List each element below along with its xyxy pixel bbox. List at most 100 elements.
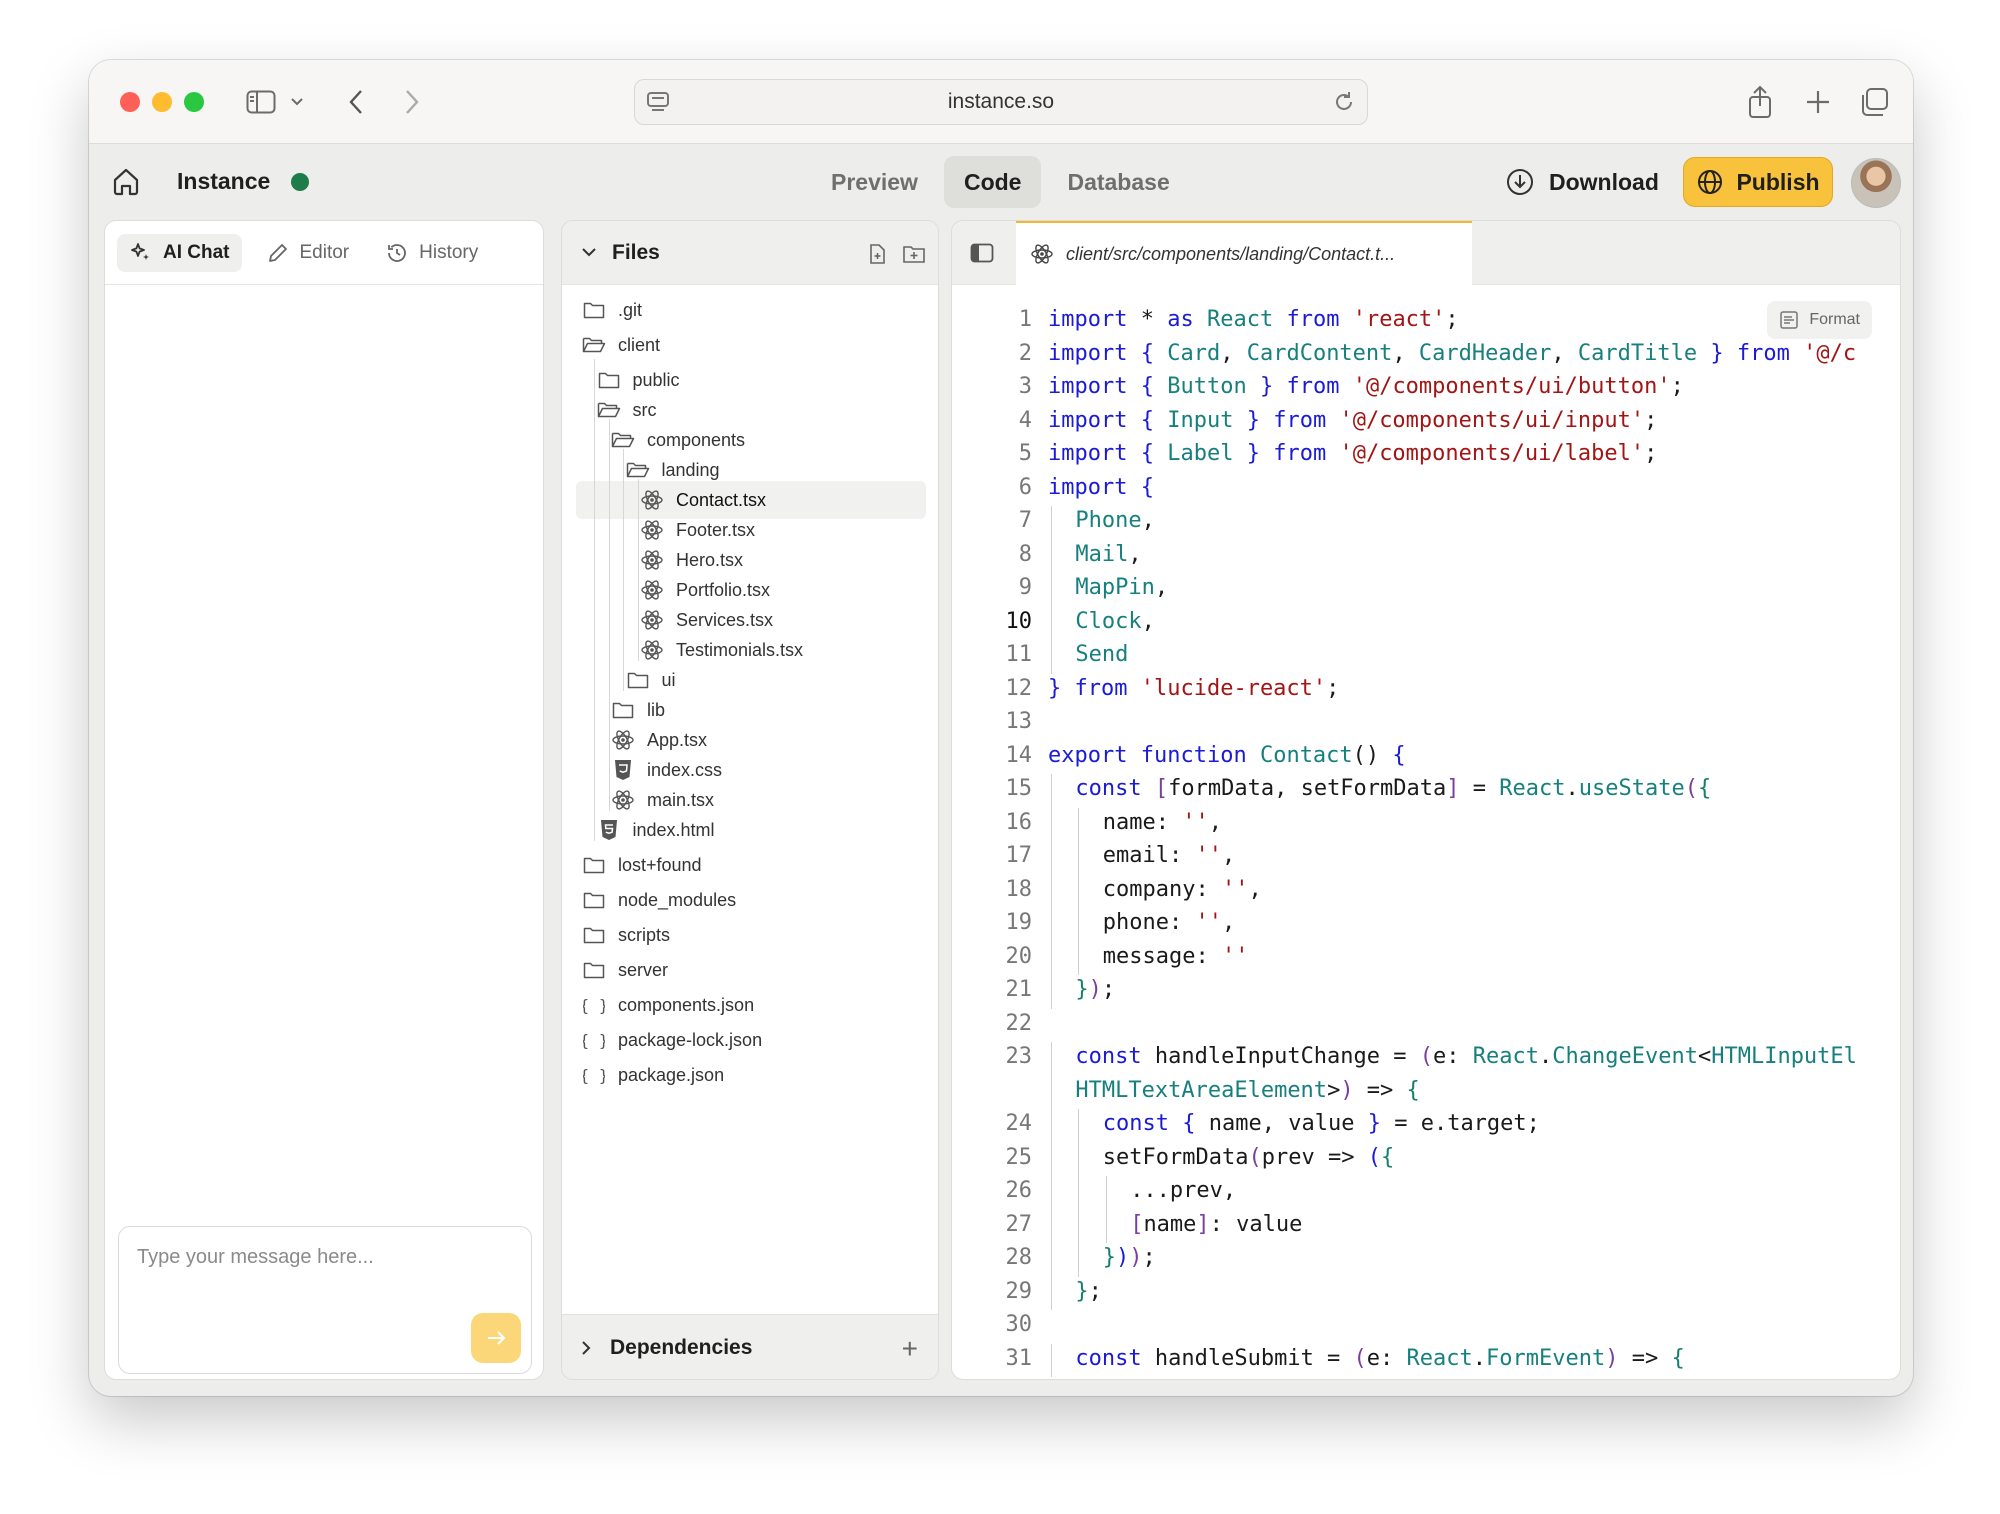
zoom-window-button[interactable]	[184, 92, 204, 112]
publish-button[interactable]: Publish	[1683, 157, 1833, 207]
indent-guide	[1051, 1109, 1052, 1143]
sparkles-icon	[131, 242, 149, 260]
new-tab-icon[interactable]	[1801, 82, 1835, 122]
folder-icon	[582, 960, 606, 980]
back-icon[interactable]	[341, 82, 371, 122]
indent-guide	[1051, 640, 1052, 674]
forward-icon[interactable]	[397, 82, 427, 122]
page-info-icon[interactable]	[645, 89, 671, 121]
code-line: MapPin,	[1075, 575, 1168, 600]
publish-label: Publish	[1736, 168, 1820, 195]
code-token: ,	[1141, 608, 1155, 634]
code-token: {	[1392, 742, 1406, 768]
tab-database[interactable]: Database	[1047, 156, 1189, 208]
line-number: 31	[1005, 1345, 1033, 1371]
chevron-down-icon[interactable]	[580, 247, 598, 259]
share-icon[interactable]	[1743, 82, 1777, 122]
file-item[interactable]: { } components.json	[582, 986, 754, 1024]
line-number: 29	[1005, 1278, 1033, 1304]
message-input[interactable]	[137, 1241, 507, 1273]
send-button[interactable]	[471, 1313, 521, 1363]
tree-item-label: lost+found	[618, 854, 702, 875]
file-item[interactable]: index.html	[597, 811, 715, 849]
tree-item-label: package-lock.json	[618, 1029, 763, 1050]
code-token: }	[1367, 1111, 1381, 1136]
code-token: CardContent	[1246, 340, 1393, 366]
code-token: '@/c	[1803, 340, 1857, 366]
tab-code[interactable]: Code	[943, 156, 1042, 208]
new-file-icon[interactable]	[866, 243, 888, 265]
code-token: ChangeEvent	[1552, 1044, 1698, 1069]
editor-panel: client/src/components/landing/Contact.t.…	[951, 220, 1901, 1380]
tree-item-label: index.html	[632, 819, 715, 840]
chevron-right-icon[interactable]	[580, 1339, 592, 1357]
code-token: ''	[1182, 809, 1209, 835]
folder-open-icon	[611, 430, 635, 450]
tab-preview[interactable]: Preview	[811, 156, 938, 208]
code-token: =	[1459, 776, 1500, 801]
tab-ai-chat[interactable]: AI Chat	[117, 233, 242, 272]
code-token: {	[1140, 474, 1154, 500]
file-item[interactable]: { } package.json	[582, 1056, 724, 1094]
code-token: ,	[1220, 340, 1247, 366]
format-button[interactable]: Format	[1767, 301, 1872, 339]
close-window-button[interactable]	[120, 92, 140, 112]
code-token: ,	[1208, 809, 1223, 835]
code-token: FormEvent	[1486, 1345, 1606, 1371]
code-token: import	[1048, 441, 1128, 466]
indent-guide	[1078, 1176, 1080, 1210]
code-token: }	[1259, 374, 1274, 399]
files-header[interactable]: Files	[562, 221, 938, 285]
reload-icon[interactable]	[1331, 89, 1357, 121]
tab-editor[interactable]: Editor	[254, 234, 362, 272]
folder-icon	[582, 300, 606, 320]
minimize-window-button[interactable]	[152, 92, 172, 112]
react-icon	[640, 488, 664, 512]
folder-item[interactable]: lost+found	[582, 846, 702, 884]
code-token: }	[1075, 1278, 1089, 1304]
avatar[interactable]	[1851, 158, 1901, 208]
new-folder-icon[interactable]	[902, 243, 926, 265]
address-bar[interactable]: instance.so	[634, 79, 1368, 125]
code-line: HTMLTextAreaElement>) => {	[1075, 1078, 1419, 1103]
chevron-down-icon[interactable]	[287, 82, 307, 122]
editor-file-tab[interactable]: client/src/components/landing/Contact.t.…	[1016, 221, 1472, 285]
code-token: CardTitle	[1577, 340, 1698, 366]
folder-item[interactable]: server	[582, 951, 668, 989]
code-token: ''	[1222, 943, 1249, 969]
panel-toggle-icon[interactable]	[970, 243, 994, 268]
code-token: Card	[1167, 340, 1221, 366]
home-icon[interactable]	[111, 166, 141, 201]
code-token: HTMLTextAreaElement	[1075, 1077, 1328, 1103]
code-token: Mail	[1075, 541, 1129, 567]
code-editor[interactable]: 1 import * as React from 'react'; 2 import …	[952, 285, 1900, 1379]
tab-history[interactable]: History	[373, 234, 490, 272]
code-token: )	[1088, 977, 1102, 1002]
add-dependency-icon[interactable]: +	[902, 1333, 918, 1365]
sidebar-toggle-icon[interactable]	[241, 82, 281, 122]
folder-item[interactable]: node_modules	[582, 881, 736, 919]
project-name[interactable]: Instance	[177, 168, 270, 195]
code-token: }	[1710, 340, 1724, 366]
indent-guide	[1051, 807, 1052, 841]
file-item[interactable]: { } package-lock.json	[582, 1021, 762, 1059]
folder-item[interactable]: scripts	[582, 916, 670, 954]
code-token: Clock	[1075, 608, 1142, 634]
indent-guide	[1078, 1142, 1080, 1176]
line-number: 3	[1018, 374, 1032, 399]
globe-icon	[1698, 170, 1723, 194]
tab-overview-icon[interactable]	[1857, 82, 1891, 122]
folder-icon	[611, 700, 635, 720]
dependencies-section[interactable]: Dependencies +	[562, 1314, 938, 1379]
code-token: *	[1127, 307, 1168, 332]
browser-toolbar: instance.so	[89, 60, 1913, 144]
download-button[interactable]: Download	[1505, 162, 1659, 202]
folder-item[interactable]: .git	[582, 291, 642, 329]
line-number: 22	[1005, 1010, 1033, 1036]
